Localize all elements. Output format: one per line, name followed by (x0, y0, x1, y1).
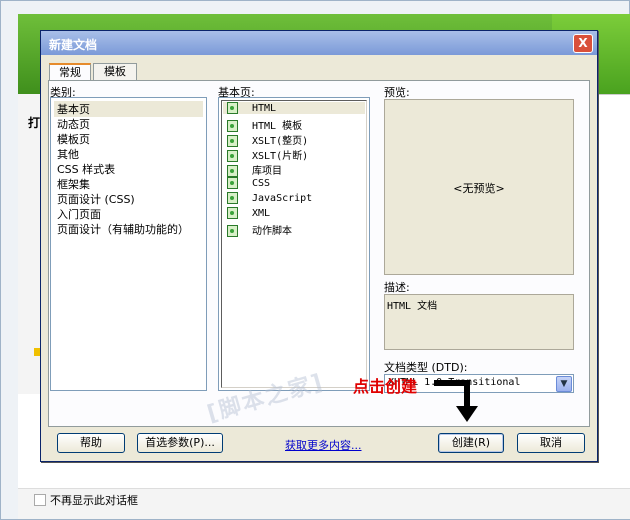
preview-label: 预览: (384, 86, 410, 99)
tab-templates[interactable]: 模板 (93, 63, 137, 80)
document-icon (227, 207, 238, 219)
category-item-css[interactable]: CSS 样式表 (57, 161, 115, 177)
page-item-xslt-fragment[interactable]: XSLT(片断) (227, 147, 308, 162)
category-item-frameset[interactable]: 框架集 (57, 176, 90, 192)
close-icon: X (578, 36, 588, 50)
category-item-starter[interactable]: 入门页面 (57, 206, 101, 222)
description-label: 描述: (384, 281, 410, 294)
page-item-label: XML (252, 208, 271, 219)
dialog-titlebar[interactable]: 新建文档 X (41, 31, 597, 55)
page-item-label: XSLT(片断) (252, 151, 309, 162)
preferences-button[interactable]: 首选参数(P)... (137, 433, 223, 453)
page-item-label: HTML (252, 103, 277, 114)
category-list[interactable]: 基本页 动态页 模板页 其他 CSS 样式表 框架集 页面设计 (CSS) 入门… (50, 97, 207, 391)
page-item-xml[interactable]: XML (227, 207, 270, 219)
page-item-css[interactable]: CSS (227, 177, 270, 189)
document-icon (227, 225, 238, 237)
cancel-button[interactable]: 取消 (517, 433, 585, 453)
document-icon (227, 192, 238, 204)
page-item-html-template[interactable]: HTML 模板 (227, 117, 302, 132)
get-more-content-link[interactable]: 获取更多内容... (285, 437, 362, 453)
page-item-label: CSS (252, 178, 271, 189)
click-create-annotation: 点击创建 (353, 377, 418, 396)
document-icon (227, 120, 238, 132)
document-icon (227, 165, 238, 177)
basic-page-list[interactable]: HTML HTML 模板 XSLT(整页) XSLT(片断) 库项目 CSS J… (218, 97, 370, 391)
category-item-dynamic[interactable]: 动态页 (57, 116, 90, 132)
page-item-label: HTML 模板 (252, 121, 303, 132)
page-item-html[interactable]: HTML (223, 102, 365, 114)
page-item-label: JavaScript (252, 193, 313, 204)
category-item-template[interactable]: 模板页 (57, 131, 90, 147)
category-item-page-design-accessible[interactable]: 页面设计（有辅助功能的） (57, 221, 189, 237)
category-item-page-design-css[interactable]: 页面设计 (CSS) (57, 191, 135, 207)
page-item-actionscript[interactable]: 动作脚本 (227, 222, 292, 237)
category-item-other[interactable]: 其他 (57, 146, 79, 162)
page-item-label: XSLT(整页) (252, 136, 309, 147)
document-icon (227, 177, 238, 189)
dialog-title: 新建文档 (49, 38, 98, 52)
preview-box: <无预览> (384, 99, 574, 275)
category-item-basic[interactable]: 基本页 (54, 101, 203, 117)
close-button[interactable]: X (573, 34, 593, 53)
description-box: HTML 文档 (384, 294, 574, 350)
create-button[interactable]: 创建(R) (438, 433, 504, 453)
description-text: HTML 文档 (387, 301, 438, 312)
dont-show-again-label: 不再显示此对话框 (50, 494, 138, 507)
document-icon (227, 135, 238, 147)
new-document-dialog: 新建文档 X 常规 模板 类别: 基本页 动态页 模板页 其他 CSS 样式表 … (40, 30, 598, 462)
page-item-label: 动作脚本 (252, 226, 292, 237)
chevron-down-icon[interactable]: ▼ (556, 376, 572, 392)
dont-show-again-checkbox[interactable] (34, 494, 46, 506)
background-left-glyph: 打 (28, 116, 41, 130)
preview-text: <无预览> (453, 182, 505, 195)
page-item-xslt-full[interactable]: XSLT(整页) (227, 132, 308, 147)
page-item-label: 库项目 (252, 166, 282, 177)
help-button[interactable]: 帮助 (57, 433, 125, 453)
page-item-library[interactable]: 库项目 (227, 162, 282, 177)
page-item-javascript[interactable]: JavaScript (227, 192, 312, 204)
document-icon (227, 102, 238, 114)
document-icon (227, 150, 238, 162)
